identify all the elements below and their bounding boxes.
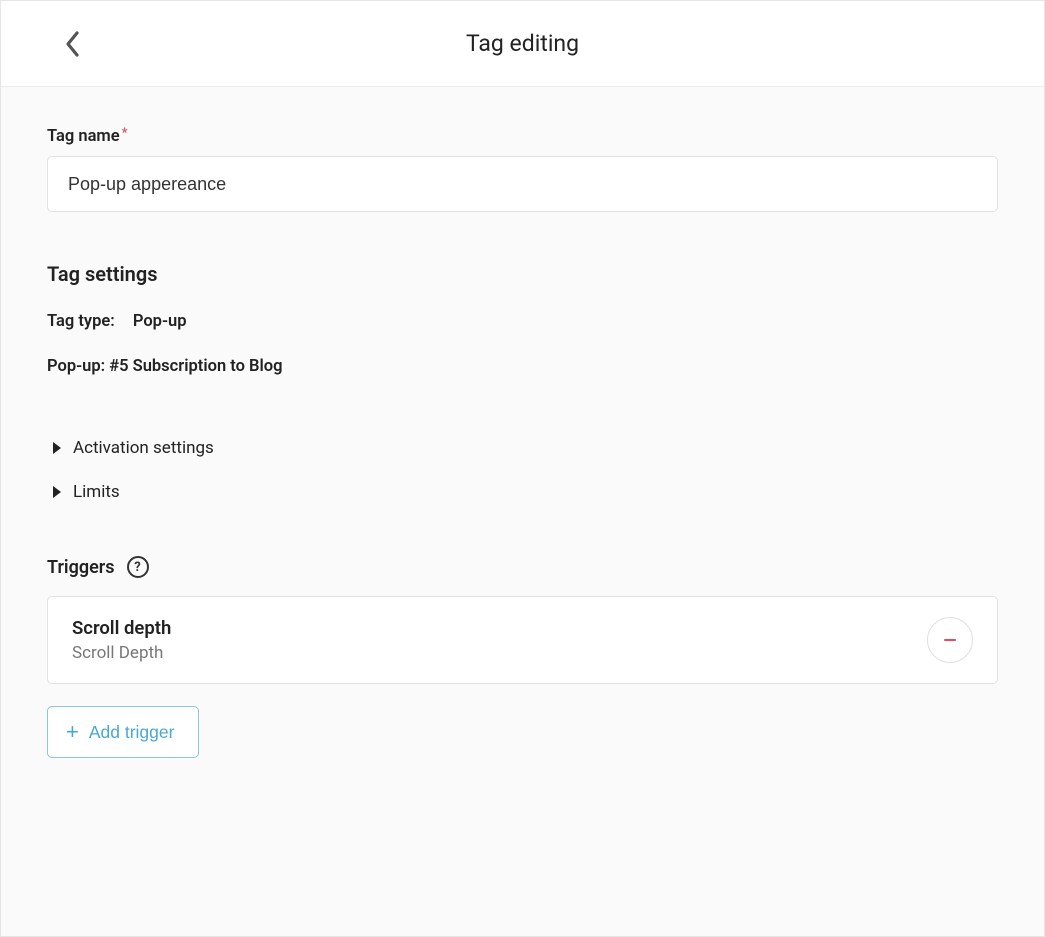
trigger-type: Scroll Depth [72,643,171,663]
tag-name-input[interactable] [47,156,998,212]
limits-label: Limits [73,482,120,502]
trigger-name: Scroll depth [72,617,171,639]
activation-settings-toggle[interactable]: Activation settings [47,426,998,470]
caret-right-icon [53,486,61,498]
tag-type-key: Tag type: [47,312,115,331]
remove-trigger-button[interactable] [927,617,973,663]
required-asterisk: * [122,126,128,141]
tag-name-label-text: Tag name [47,127,120,146]
trigger-card[interactable]: Scroll depth Scroll Depth [47,596,998,684]
add-trigger-label: Add trigger [89,722,175,743]
minus-icon [943,633,957,647]
tag-type-row: Tag type: Pop-up [47,312,998,331]
help-icon[interactable]: ? [127,556,149,578]
trigger-info: Scroll depth Scroll Depth [72,617,171,663]
activation-settings-label: Activation settings [73,438,214,458]
plus-icon: + [66,721,79,743]
triggers-header: Triggers ? [47,556,998,578]
add-trigger-button[interactable]: + Add trigger [47,706,199,758]
back-button[interactable] [55,26,91,62]
chevron-left-icon [64,30,82,58]
triggers-title: Triggers [47,557,115,578]
tag-type-value: Pop-up [133,312,187,331]
tag-settings-title: Tag settings [47,262,998,286]
content-area: Tag name* Tag settings Tag type: Pop-up … [1,87,1044,758]
page-title: Tag editing [466,30,579,57]
limits-toggle[interactable]: Limits [47,470,998,514]
tag-name-label: Tag name* [47,127,998,146]
popup-info-row: Pop-up: #5 Subscription to Blog [47,357,998,376]
page-header: Tag editing [1,1,1044,87]
caret-right-icon [53,442,61,454]
